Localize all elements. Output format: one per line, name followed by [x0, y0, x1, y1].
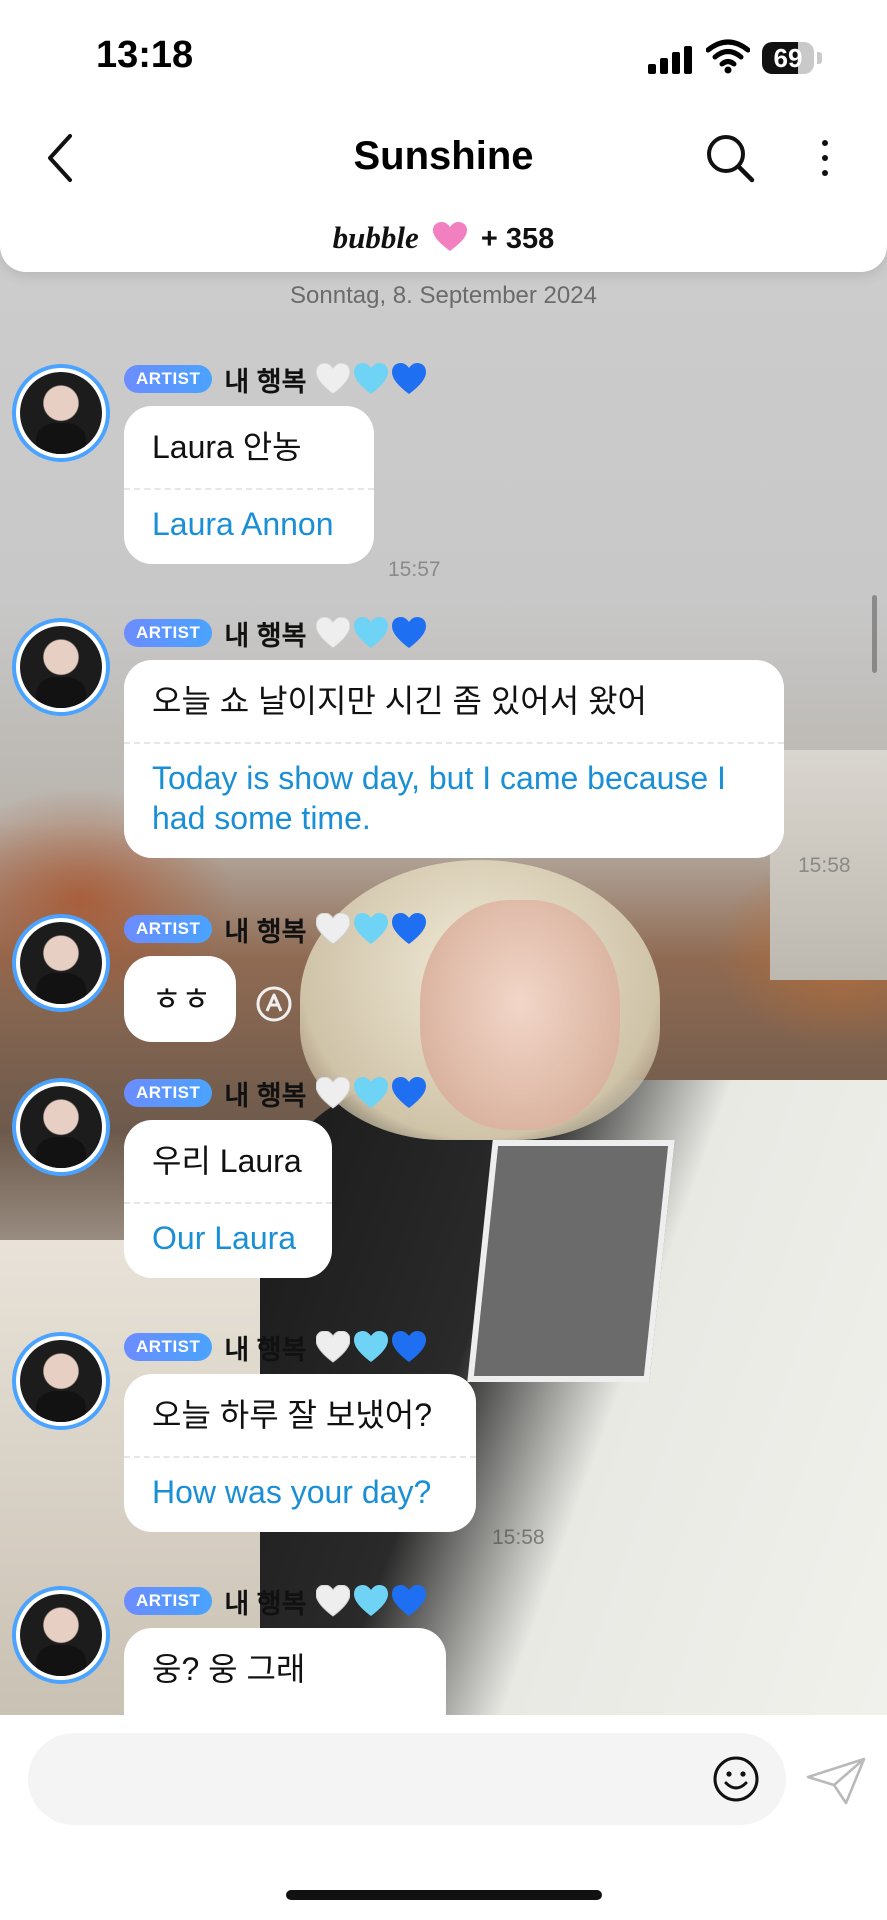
- sender-name: 내 행복: [224, 916, 307, 947]
- message-translation: Today is show day, but I came because I …: [152, 760, 726, 836]
- message-text: 웅? 웅 그래: [152, 1651, 306, 1687]
- message-bubble[interactable]: 오늘 하루 잘 보냈어? How was your day?: [124, 1374, 476, 1532]
- light-blue-heart-icon: [354, 1077, 389, 1108]
- battery-icon: 69: [762, 42, 824, 74]
- date-separator: Sonntag, 8. September 2024: [290, 282, 597, 309]
- sender-row: ARTIST 내 행복: [124, 616, 427, 651]
- sender-name: 내 행복: [224, 620, 307, 651]
- message-bubble[interactable]: 우리 Laura Our Laura: [124, 1120, 332, 1278]
- white-heart-icon: [316, 363, 351, 395]
- sender-row: ARTIST 내 행복: [124, 362, 427, 397]
- blue-heart-icon: [392, 617, 427, 648]
- sender-name: 내 행복: [224, 366, 307, 397]
- sender-row: ARTIST 내 행복: [124, 1584, 427, 1619]
- pink-heart-icon: [432, 222, 467, 251]
- subscriber-row: bubble + 358: [0, 220, 887, 256]
- sender-name: 내 행복: [224, 1080, 307, 1111]
- battery-percent: 69: [773, 43, 803, 73]
- white-heart-icon: [316, 617, 351, 649]
- status-time: 13:18: [96, 34, 194, 76]
- message-translation: How was your day?: [152, 1474, 432, 1510]
- smiley-icon[interactable]: [712, 1755, 760, 1803]
- light-blue-heart-icon: [354, 1585, 389, 1616]
- background-jacket-patch: [467, 1140, 675, 1382]
- sender-row: ARTIST 내 행복: [124, 1330, 427, 1365]
- white-heart-icon: [316, 1585, 351, 1617]
- search-icon[interactable]: [704, 132, 756, 184]
- avatar[interactable]: [12, 1332, 110, 1430]
- message-text: 우리 Laura: [152, 1143, 302, 1179]
- message-time: 15:58: [492, 1526, 545, 1549]
- avatar[interactable]: [12, 364, 110, 462]
- message-text: Laura 안농: [152, 429, 302, 465]
- sender-row: ARTIST 내 행복: [124, 912, 427, 947]
- composer-bar: [0, 1715, 887, 1920]
- sender-name: 내 행복: [224, 1588, 307, 1619]
- message-text: 오늘 쇼 날이지만 시긴 좀 있어서 왔어: [152, 683, 647, 719]
- avatar[interactable]: [12, 1078, 110, 1176]
- header: 13:18 69 Sunshine bubble + 358: [0, 0, 887, 272]
- artist-badge: ARTIST: [124, 365, 213, 393]
- avatar[interactable]: [12, 618, 110, 716]
- blue-heart-icon: [392, 1585, 427, 1616]
- home-indicator: [286, 1890, 602, 1900]
- light-blue-heart-icon: [354, 913, 389, 944]
- white-heart-icon: [316, 1077, 351, 1109]
- background-face: [420, 900, 620, 1130]
- back-chevron-icon[interactable]: [40, 130, 80, 186]
- message-bubble[interactable]: 오늘 쇼 날이지만 시긴 좀 있어서 왔어 Today is show day,…: [124, 660, 784, 858]
- light-blue-heart-icon: [354, 1331, 389, 1362]
- message-translation: Our Laura: [152, 1220, 297, 1256]
- white-heart-icon: [316, 913, 351, 945]
- blue-heart-icon: [392, 363, 427, 394]
- more-vertical-icon[interactable]: [812, 134, 838, 182]
- bubble-logo: bubble: [332, 220, 419, 255]
- blue-heart-icon: [392, 913, 427, 944]
- blue-heart-icon: [392, 1331, 427, 1362]
- avatar[interactable]: [12, 914, 110, 1012]
- sender-name: 내 행복: [224, 1334, 307, 1365]
- message-input[interactable]: [28, 1733, 786, 1825]
- message-bubble[interactable]: ㅎㅎ: [124, 956, 236, 1042]
- message-bubble[interactable]: Laura 안농 Laura Annon: [124, 406, 374, 564]
- paper-plane-icon[interactable]: [806, 1755, 868, 1807]
- message-text: 오늘 하루 잘 보냈어?: [152, 1397, 432, 1433]
- artist-badge: ARTIST: [124, 1333, 213, 1361]
- avatar[interactable]: [12, 1586, 110, 1684]
- subscriber-count: + 358: [480, 223, 555, 255]
- message-time: 15:58: [798, 854, 851, 877]
- translate-icon[interactable]: [254, 984, 294, 1024]
- white-heart-icon: [316, 1331, 351, 1363]
- artist-badge: ARTIST: [124, 915, 213, 943]
- cellular-signal-icon: [648, 44, 692, 74]
- artist-badge: ARTIST: [124, 1079, 213, 1107]
- blue-heart-icon: [392, 1077, 427, 1108]
- scrollbar[interactable]: [872, 595, 877, 673]
- wifi-icon: [706, 39, 750, 74]
- artist-badge: ARTIST: [124, 619, 213, 647]
- message-time: 15:57: [388, 558, 441, 581]
- chat-title-button[interactable]: [330, 130, 560, 186]
- message-text: ㅎㅎ: [152, 981, 211, 1017]
- light-blue-heart-icon: [354, 363, 389, 394]
- artist-badge: ARTIST: [124, 1587, 213, 1615]
- sender-row: ARTIST 내 행복: [124, 1076, 427, 1111]
- light-blue-heart-icon: [354, 617, 389, 648]
- message-translation: Laura Annon: [152, 506, 334, 542]
